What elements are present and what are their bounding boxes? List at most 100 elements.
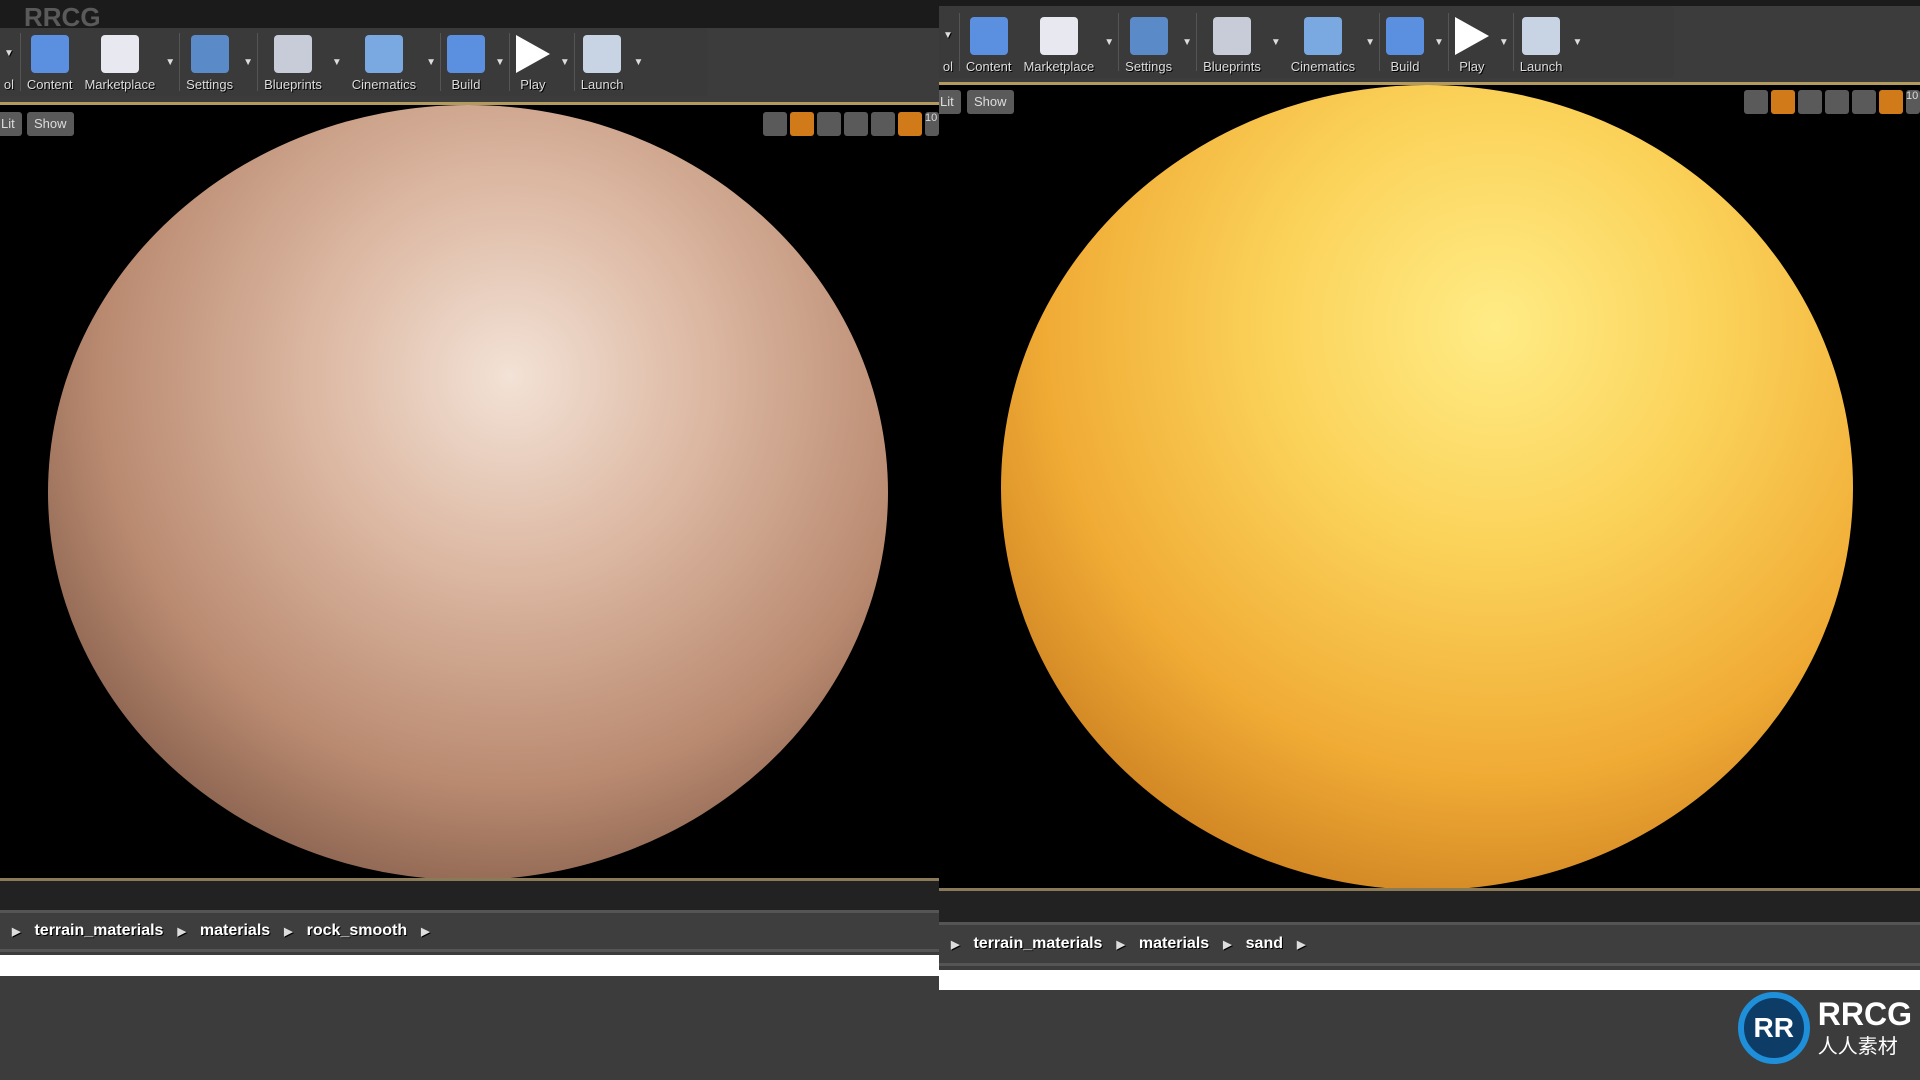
dropdown-arrow-icon[interactable]: ▼ (161, 57, 179, 68)
dropdown-arrow-icon[interactable]: ▼ (939, 30, 957, 41)
world-icon[interactable] (1825, 90, 1849, 114)
breadcrumb-arrow-icon[interactable]: ▶ (12, 925, 20, 938)
lit-button[interactable]: Lit (939, 90, 961, 114)
play-triangle-icon (515, 35, 550, 73)
dropdown-arrow-icon[interactable]: ▼ (422, 57, 440, 68)
toolbar-button-blueprints[interactable]: Blueprints (258, 28, 328, 96)
toolbar-button-settings[interactable]: Settings (1119, 10, 1178, 78)
toolbar-button-marketplace[interactable]: Marketplace (1017, 10, 1100, 78)
surface-snap-icon[interactable] (1852, 90, 1876, 114)
grid-size-value[interactable]: 10 (925, 112, 939, 136)
grid-snap-icon[interactable] (1879, 90, 1903, 114)
content-grid-icon (969, 17, 1008, 55)
dropdown-arrow-icon[interactable]: ▼ (1568, 37, 1586, 48)
breadcrumb-arrow-icon[interactable]: ▶ (1223, 938, 1231, 951)
dropdown-arrow-icon[interactable]: ▼ (0, 48, 18, 59)
rotate-icon[interactable] (790, 112, 814, 136)
world-icon[interactable] (844, 112, 868, 136)
sand-material-sphere (1001, 85, 1853, 890)
scale-icon[interactable] (1798, 90, 1822, 114)
logo-wordmark: RRCG 人人素材 (1818, 998, 1912, 1059)
toolbar-label: Play (1459, 59, 1485, 74)
show-button[interactable]: Show (967, 90, 1014, 114)
dropdown-arrow-icon[interactable]: ▼ (1178, 37, 1196, 48)
grid-snap-icon[interactable] (898, 112, 922, 136)
material-viewport[interactable]: Lit Show 10 (0, 105, 939, 880)
viewport-tools: 10 (763, 112, 939, 136)
filter-input[interactable] (0, 955, 939, 976)
right-editor-panel: ▼ ol Content Marketplace ▼ Settings ▼ Blueprint… (939, 0, 1920, 1080)
breadcrumb-arrow-icon[interactable]: ▶ (1297, 938, 1305, 951)
toolbar-label: Marketplace (1023, 59, 1095, 74)
material-viewport[interactable]: Lit Show 10 (939, 85, 1920, 890)
dropdown-arrow-icon[interactable]: ▼ (1430, 37, 1448, 48)
toolbar-button-cut[interactable]: ▼ ol (939, 10, 959, 78)
toolbar-button-content[interactable]: Content (21, 28, 79, 96)
spacer-band (939, 891, 1920, 923)
breadcrumb-arrow-icon[interactable]: ▶ (951, 938, 959, 951)
rotate-icon[interactable] (1771, 90, 1795, 114)
scale-icon[interactable] (817, 112, 841, 136)
marketplace-bag-icon (100, 35, 139, 73)
breadcrumb-item[interactable]: rock_smooth (307, 922, 407, 940)
toolbar-label: Launch (580, 77, 624, 92)
toolbar-button-settings[interactable]: Settings (180, 28, 239, 96)
translate-icon[interactable] (763, 112, 787, 136)
dropdown-arrow-icon[interactable]: ▼ (556, 57, 574, 68)
toolbar-label: Cinematics (1290, 59, 1356, 74)
rrcg-logo: RR RRCG 人人素材 (1737, 992, 1912, 1064)
breadcrumb-item[interactable]: terrain_materials (34, 922, 163, 940)
cinematics-clapper-icon (1303, 17, 1342, 55)
toolbar-label: Blueprints (1203, 59, 1261, 74)
toolbar-label: Blueprints (264, 77, 322, 92)
toolbar-button-blueprints[interactable]: Blueprints (1197, 10, 1267, 78)
show-button[interactable]: Show (27, 112, 74, 136)
cinematics-clapper-icon (364, 35, 403, 73)
translate-icon[interactable] (1744, 90, 1768, 114)
logo-mark: RR (1737, 992, 1810, 1064)
breadcrumb-arrow-icon[interactable]: ▶ (284, 925, 292, 938)
lit-button[interactable]: Lit (0, 112, 22, 136)
breadcrumb-arrow-icon[interactable]: ▶ (1116, 938, 1124, 951)
marketplace-bag-icon (1039, 17, 1078, 55)
surface-snap-icon[interactable] (871, 112, 895, 136)
dropdown-arrow-icon[interactable]: ▼ (1100, 37, 1118, 48)
dropdown-arrow-icon[interactable]: ▼ (328, 57, 346, 68)
breadcrumb-arrow-icon[interactable]: ▶ (177, 925, 185, 938)
breadcrumb-item[interactable]: terrain_materials (973, 935, 1102, 953)
toolbar-label: Cinematics (351, 77, 417, 92)
toolbar-button-content[interactable]: Content (960, 10, 1018, 78)
settings-gear-icon (1129, 17, 1168, 55)
dropdown-arrow-icon[interactable]: ▼ (1267, 37, 1285, 48)
toolbar-button-launch[interactable]: Launch (575, 28, 630, 96)
settings-gear-icon (190, 35, 229, 73)
toolbar-button-play[interactable]: Play (510, 28, 556, 96)
breadcrumb-item[interactable]: materials (1139, 935, 1209, 953)
grid-size-value[interactable]: 10 (1906, 90, 1920, 114)
dropdown-arrow-icon[interactable]: ▼ (1495, 37, 1513, 48)
breadcrumb: ▶ terrain_materials ▶ materials ▶ rock_s… (0, 910, 939, 952)
toolbar-label: Build (451, 77, 481, 92)
toolbar-button-cut[interactable]: ▼ ol (0, 28, 20, 96)
toolbar-label: Marketplace (84, 77, 156, 92)
dropdown-arrow-icon[interactable]: ▼ (629, 57, 647, 68)
dropdown-arrow-icon[interactable]: ▼ (1361, 37, 1379, 48)
toolbar-button-marketplace[interactable]: Marketplace (78, 28, 161, 96)
breadcrumb-item[interactable]: materials (200, 922, 270, 940)
toolbar-button-launch[interactable]: Launch (1514, 10, 1569, 78)
toolbar-button-build[interactable]: Build (441, 28, 491, 96)
filter-input[interactable] (939, 970, 1920, 990)
launch-monitor-icon (583, 35, 622, 73)
toolbar-button-build[interactable]: Build (1380, 10, 1430, 78)
dropdown-arrow-icon[interactable]: ▼ (491, 57, 509, 68)
main-toolbar: ▼ ol Content Marketplace ▼ Settings ▼ Blueprint… (939, 6, 1674, 78)
dropdown-arrow-icon[interactable]: ▼ (239, 57, 257, 68)
toolbar-label: Content (26, 77, 73, 92)
breadcrumb-item[interactable]: sand (1246, 935, 1283, 953)
breadcrumb-arrow-icon[interactable]: ▶ (421, 925, 429, 938)
toolbar-button-play[interactable]: Play (1449, 10, 1495, 78)
logo-subtitle: 人人素材 (1817, 1035, 1898, 1058)
toolbar-button-cinematics[interactable]: Cinematics (346, 28, 422, 96)
toolbar-button-cinematics[interactable]: Cinematics (1285, 10, 1361, 78)
build-blocks-icon (1385, 17, 1424, 55)
